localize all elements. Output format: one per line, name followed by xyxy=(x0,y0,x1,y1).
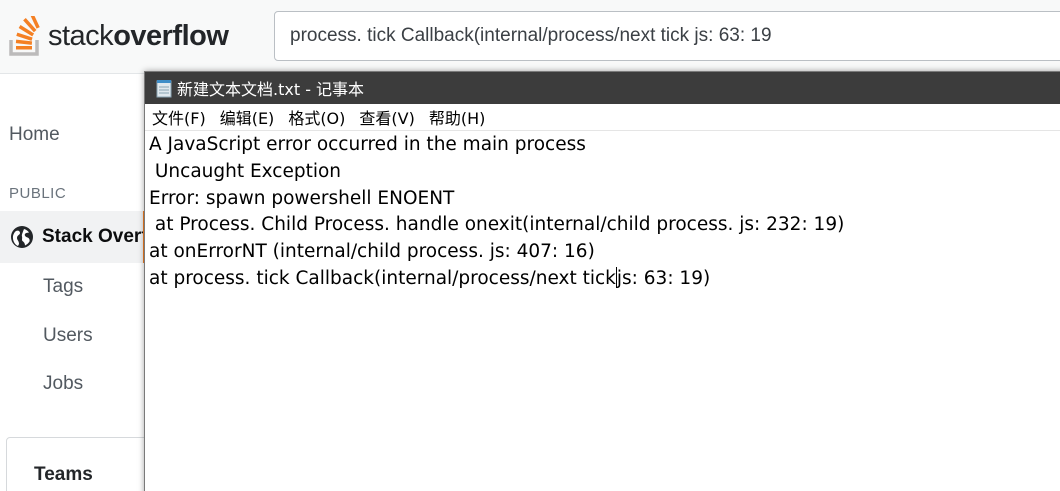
nav-users[interactable]: Users xyxy=(43,325,93,347)
nav-home[interactable]: Home xyxy=(9,124,60,146)
notepad-icon xyxy=(156,79,172,97)
text-line: Uncaught Exception xyxy=(149,160,342,182)
menu-view[interactable]: 查看(V) xyxy=(359,105,414,129)
so-logo[interactable]: stackoverflow xyxy=(8,12,229,60)
notepad-title-bar[interactable]: 新建文本文档.txt - 记事本 xyxy=(145,72,1060,104)
nav-section-public: PUBLIC xyxy=(9,185,67,202)
text-line: at onErrorNT (internal/child process. js… xyxy=(149,241,595,263)
notepad-title: 新建文本文档.txt - 记事本 xyxy=(177,80,365,99)
search-input[interactable]: process. tick Callback(internal/process/… xyxy=(274,11,1060,61)
text-line: Error: spawn powershell ENOENT xyxy=(149,187,455,209)
nav-tags[interactable]: Tags xyxy=(43,276,83,298)
stack-overflow-logo-icon xyxy=(9,16,40,56)
so-top-bar: stackoverflow process. tick Callback(int… xyxy=(0,0,1060,74)
so-logo-text: stackoverflow xyxy=(48,19,229,52)
menu-edit[interactable]: 编辑(E) xyxy=(220,105,275,129)
text-line: A JavaScript error occurred in the main … xyxy=(149,134,586,155)
screen: stackoverflow process. tick Callback(int… xyxy=(0,0,1060,491)
teams-panel: Teams xyxy=(6,437,156,491)
notepad-window: 新建文本文档.txt - 记事本 文件(F) 编辑(E) 格式(O) 查看(V)… xyxy=(144,71,1060,491)
left-sidebar: Home PUBLIC Stack Overflow Tags Users Jo… xyxy=(0,74,156,491)
nav-stack-overflow-label: Stack Overflow xyxy=(42,226,143,247)
nav-stack-overflow[interactable]: Stack Overflow xyxy=(0,211,146,263)
globe-icon xyxy=(11,226,33,248)
notepad-menu-bar: 文件(F) 编辑(E) 格式(O) 查看(V) 帮助(H) xyxy=(145,104,1060,131)
notepad-text-area[interactable]: A JavaScript error occurred in the main … xyxy=(149,132,1059,293)
text-after-caret: js: 63: 19) xyxy=(616,267,711,289)
teams-heading: Teams xyxy=(34,464,93,485)
text-before-caret: at process. tick Callback(internal/proce… xyxy=(149,267,616,289)
menu-file[interactable]: 文件(F) xyxy=(152,105,206,129)
nav-jobs[interactable]: Jobs xyxy=(43,373,83,395)
menu-format[interactable]: 格式(O) xyxy=(288,105,345,129)
menu-help[interactable]: 帮助(H) xyxy=(429,105,486,129)
text-line-with-caret: at process. tick Callback(internal/proce… xyxy=(149,266,1059,293)
text-line: at Process. Child Process. handle onexit… xyxy=(149,214,845,236)
